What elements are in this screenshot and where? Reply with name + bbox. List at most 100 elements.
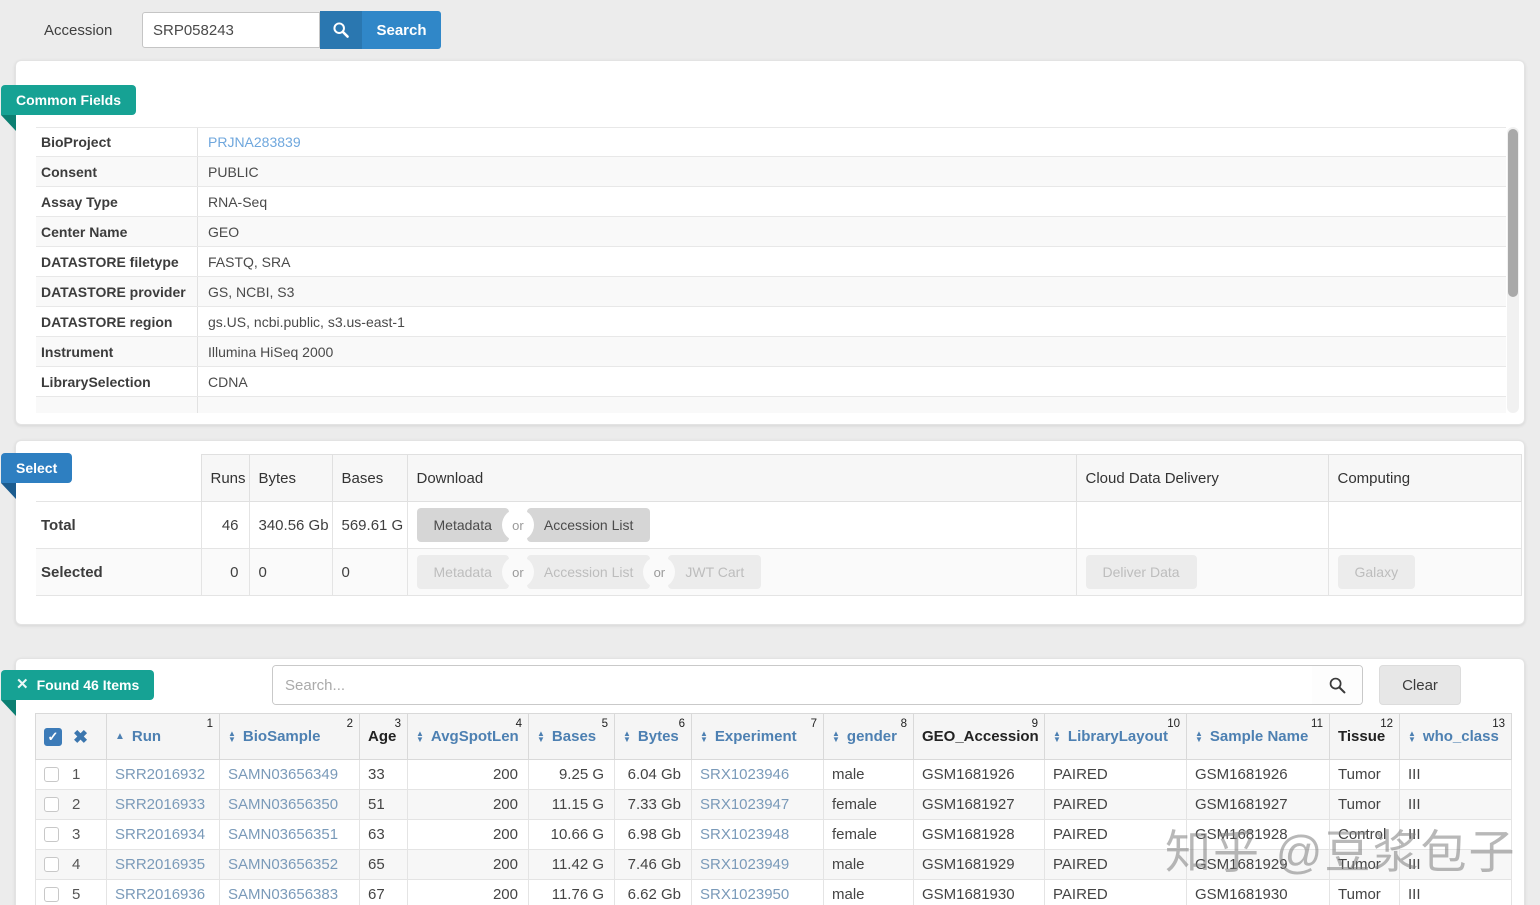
sort-icon: ▲ ▼: [1195, 728, 1203, 744]
select-all-checkbox[interactable]: ✓: [44, 727, 62, 746]
biosample-link[interactable]: SAMN03656349: [228, 766, 338, 783]
common-field-row: DATASTORE provider GS, NCBI, S3: [36, 277, 1506, 307]
common-fields-tab: Common Fields: [1, 85, 137, 115]
field-label: Instrument: [36, 337, 198, 366]
row-checkbox[interactable]: [44, 827, 59, 842]
common-field-row: BioProject PRJNA283839: [36, 127, 1506, 157]
column-header-run[interactable]: 1 ▲ Run: [106, 713, 220, 760]
column-header-computing: Computing: [1327, 454, 1522, 502]
run-link[interactable]: SRR2016933: [115, 796, 205, 813]
field-label: DATASTORE filetype: [36, 247, 198, 276]
table-row: 1 SRR2016932 SAMN03656349 33 200 9.25 G …: [35, 759, 1512, 790]
results-search-input[interactable]: [273, 666, 1312, 704]
column-header-gender[interactable]: 8 ▲ ▼ gender: [823, 713, 914, 760]
column-header-age: 3 Age: [359, 713, 408, 760]
column-header-librarylayout[interactable]: 10 ▲ ▼ LibraryLayout: [1044, 713, 1187, 760]
accession-input[interactable]: [142, 12, 320, 48]
column-header-biosample[interactable]: 2 ▲ ▼ BioSample: [219, 713, 360, 760]
select-tab: Select: [1, 453, 73, 483]
search-icon[interactable]: [320, 11, 362, 49]
experiment-link[interactable]: SRX1023946: [700, 766, 789, 783]
sort-icon: ▲ ▼: [623, 728, 631, 744]
biosample-link[interactable]: SAMN03656351: [228, 826, 338, 843]
row-checkbox[interactable]: [44, 857, 59, 872]
common-field-row: DATASTORE region gs.US, ncbi.public, s3.…: [36, 307, 1506, 337]
column-header-sample-name[interactable]: 11 ▲ ▼ Sample Name: [1186, 713, 1330, 760]
selected-bytes: 0: [248, 548, 333, 596]
column-header-bases[interactable]: 5 ▲ ▼ Bases: [528, 713, 615, 760]
accession-search-bar: Accession Search: [0, 0, 1540, 60]
field-label: DATASTORE region: [36, 307, 198, 336]
common-field-row: Assay Type RNA-Seq: [36, 187, 1506, 217]
accession-list-download-button[interactable]: Accession List: [526, 508, 651, 542]
metadata-download-button-disabled[interactable]: Metadata: [416, 555, 509, 589]
common-field-row-clipped: [36, 397, 1506, 413]
results-search-box: [272, 665, 1363, 705]
column-header-cloud-data-delivery: Cloud Data Delivery: [1075, 454, 1329, 502]
column-header-who-class[interactable]: 13 ▲ ▼ who_class: [1399, 713, 1512, 760]
run-link[interactable]: SRR2016936: [115, 886, 205, 903]
field-value: FASTQ, SRA: [208, 253, 291, 270]
run-link[interactable]: SRR2016932: [115, 766, 205, 783]
field-value: PUBLIC: [208, 163, 259, 180]
common-fields-tab-label: Common Fields: [16, 92, 122, 108]
biosample-link[interactable]: SAMN03656383: [228, 886, 338, 903]
jwt-cart-button[interactable]: JWT Cart: [668, 555, 762, 589]
total-row: Total 46 340.56 Gb 569.61 G Metadata or …: [36, 501, 1522, 549]
search-button-group: Search: [320, 11, 441, 49]
scrollbar-track[interactable]: [1507, 127, 1519, 413]
clear-selection-icon[interactable]: ✖: [73, 728, 88, 746]
field-label: DATASTORE provider: [36, 277, 198, 306]
experiment-link[interactable]: SRX1023947: [700, 796, 789, 813]
selected-runs: 0: [200, 548, 250, 596]
common-fields-ribbon-fold: [1, 115, 16, 131]
field-value: Illumina HiSeq 2000: [208, 343, 334, 360]
column-header-runs: Runs: [200, 454, 250, 502]
total-bases: 569.61 G: [331, 501, 408, 549]
select-ribbon-fold: [1, 483, 16, 499]
select-summary-header: Runs Bytes Bases Download Cloud Data Del…: [36, 454, 1522, 502]
field-label: LibrarySelection: [36, 367, 198, 396]
clear-button[interactable]: Clear: [1379, 665, 1461, 705]
table-row: 3 SRR2016934 SAMN03656351 63 200 10.66 G…: [35, 819, 1512, 850]
sort-ascending-icon: ▲: [115, 731, 125, 742]
experiment-link[interactable]: SRX1023949: [700, 856, 789, 873]
column-header-bytes[interactable]: 6 ▲ ▼ Bytes: [614, 713, 692, 760]
column-header-experiment[interactable]: 7 ▲ ▼ Experiment: [691, 713, 824, 760]
field-label: Consent: [36, 157, 198, 186]
sort-icon: ▲ ▼: [1053, 728, 1061, 744]
row-checkbox[interactable]: [44, 767, 59, 782]
biosample-link[interactable]: SAMN03656352: [228, 856, 338, 873]
common-field-row: Consent PUBLIC: [36, 157, 1506, 187]
column-header-bases: Bases: [331, 454, 408, 502]
scrollbar-thumb[interactable]: [1508, 129, 1518, 297]
run-link[interactable]: SRR2016935: [115, 856, 205, 873]
run-link[interactable]: SRR2016934: [115, 826, 205, 843]
total-label: Total: [36, 501, 202, 549]
row-checkbox[interactable]: [44, 887, 59, 902]
common-field-row: LibrarySelection CDNA: [36, 367, 1506, 397]
results-table: ✓ ✖ 1 ▲ Run 2 ▲ ▼ BioSample 3 Age 4 ▲ ▼ AvgSp…: [35, 713, 1512, 905]
common-fields-panel: Common Fields BioProject PRJNA283839 Con…: [1, 60, 1525, 425]
results-search-icon[interactable]: [1312, 666, 1362, 704]
sort-icon: ▲ ▼: [1408, 728, 1416, 744]
field-value: GS, NCBI, S3: [208, 283, 295, 300]
experiment-link[interactable]: SRX1023950: [700, 886, 789, 903]
galaxy-button[interactable]: Galaxy: [1337, 555, 1416, 589]
biosample-link[interactable]: SAMN03656350: [228, 796, 338, 813]
experiment-link[interactable]: SRX1023948: [700, 826, 789, 843]
sra-run-selector-page: { "accession_bar": { "label": "Accession…: [0, 0, 1540, 905]
search-button[interactable]: Search: [362, 11, 441, 49]
field-label: Assay Type: [36, 187, 198, 216]
accession-list-download-button-disabled[interactable]: Accession List: [526, 555, 651, 589]
field-label: BioProject: [36, 128, 198, 156]
metadata-download-button[interactable]: Metadata: [416, 508, 509, 542]
select-tab-label: Select: [16, 460, 58, 476]
found-items-tab: ✕ Found 46 Items: [1, 670, 155, 700]
column-header-download: Download: [406, 454, 1077, 502]
bioproject-link[interactable]: PRJNA283839: [198, 134, 301, 150]
row-checkbox[interactable]: [44, 797, 59, 812]
column-header-avgspotlen[interactable]: 4 ▲ ▼ AvgSpotLen: [407, 713, 529, 760]
field-value: CDNA: [208, 373, 248, 390]
deliver-data-button[interactable]: Deliver Data: [1085, 555, 1197, 589]
